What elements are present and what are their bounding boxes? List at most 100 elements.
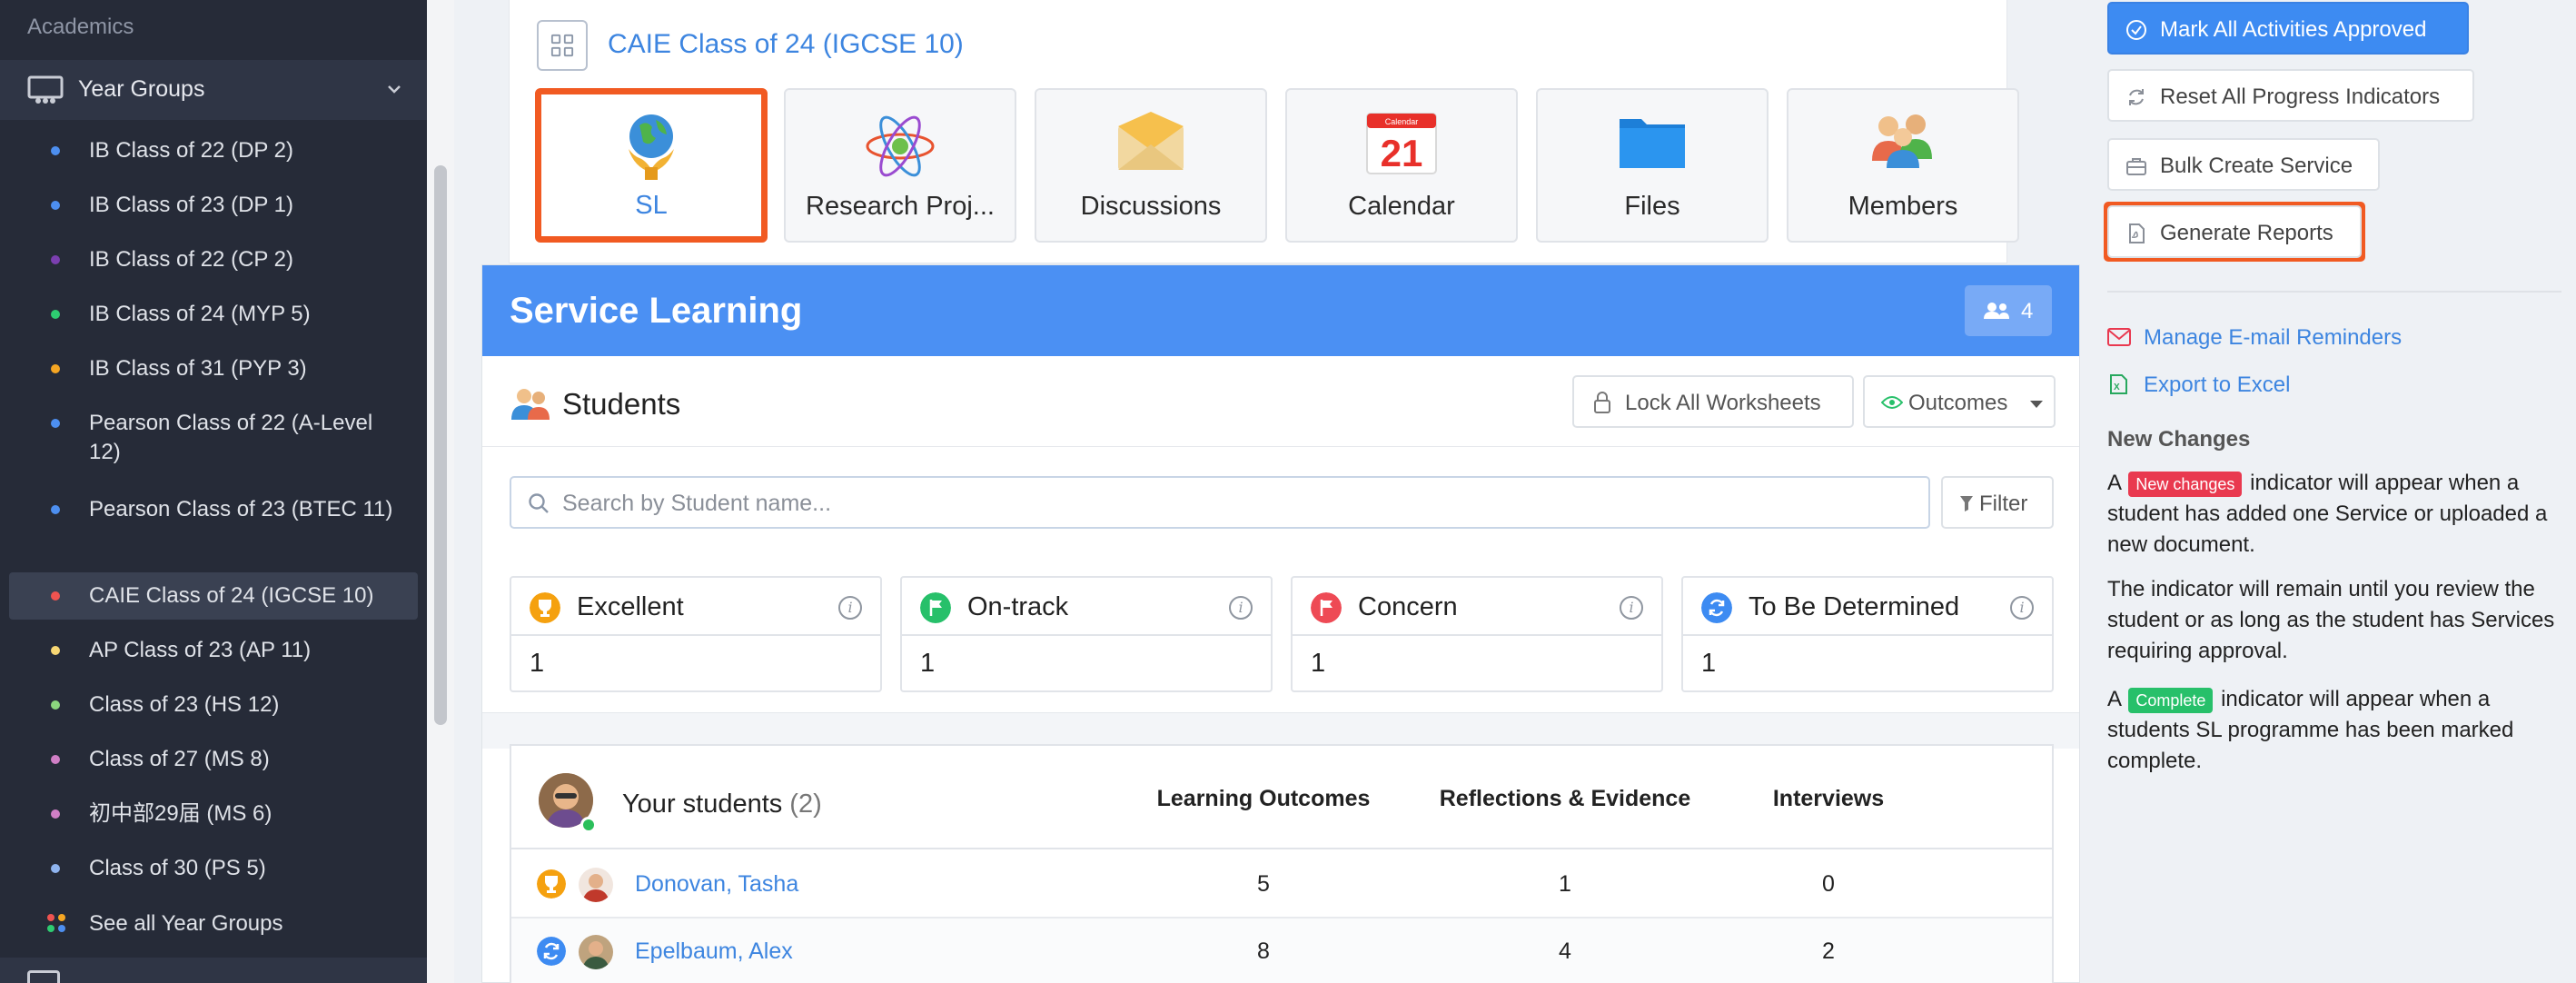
sidebar-item-year-group[interactable]: 初中部29届 (MS 6) (9, 799, 418, 829)
color-dot-icon (51, 364, 60, 373)
calendar-icon: Calendar 21 (1366, 113, 1437, 174)
sidebar-item-year-group[interactable]: CAIE Class of 24 (IGCSE 10) (9, 572, 418, 620)
calendar-day-text: 21 (1381, 132, 1423, 174)
email-reminders-label: Manage E-mail Reminders (2144, 325, 2403, 350)
globe-hands-icon (629, 114, 674, 180)
column-interviews[interactable]: Interviews (1729, 786, 1928, 812)
search-input[interactable] (562, 487, 1907, 520)
tile-research-project[interactable]: Research Proj... (784, 88, 1016, 243)
bulk-create-service-button[interactable]: Bulk Create Service (2107, 138, 2380, 191)
sidebar-item-year-group[interactable]: Pearson Class of 23 (BTEC 11) (9, 495, 418, 561)
color-dot-icon (51, 755, 60, 764)
column-learning-outcomes[interactable]: Learning Outcomes (1127, 786, 1400, 812)
column-reflections-evidence[interactable]: Reflections & Evidence (1420, 786, 1710, 812)
sidebar-item-label: IB Class of 22 (DP 2) (89, 138, 293, 163)
reset-progress-button[interactable]: Reset All Progress Indicators (2107, 69, 2474, 122)
people-icon (1872, 114, 1932, 168)
tile-sl[interactable]: SL (535, 88, 768, 243)
sidebar-item-label: Class of 27 (MS 8) (89, 747, 270, 771)
info-icon[interactable]: i (1620, 596, 1643, 620)
sidebar-scrollbar[interactable] (427, 0, 454, 983)
apps-grid-icon[interactable] (537, 20, 588, 71)
sidebar-group-year-groups[interactable]: Year Groups (0, 60, 427, 120)
chevron-down-icon[interactable] (385, 80, 403, 98)
trophy-icon (530, 592, 560, 623)
tile-files[interactable]: Files (1536, 88, 1769, 243)
sidebar-next-group[interactable] (0, 958, 427, 983)
students-icon (511, 389, 550, 420)
status-card[interactable]: Concern i 1 (1291, 576, 1663, 692)
briefcase-icon (2126, 158, 2146, 175)
tile-discussions[interactable]: Discussions (1035, 88, 1267, 243)
caret-down-icon (2030, 401, 2043, 408)
tile-calendar[interactable]: Calendar 21 Calendar (1285, 88, 1518, 243)
status-count: 1 (1701, 649, 1717, 678)
sidebar-item-label: AP Class of 23 (AP 11) (89, 638, 312, 662)
student-search-box[interactable] (510, 476, 1930, 529)
sidebar-item-label: CAIE Class of 24 (IGCSE 10) (89, 583, 374, 608)
classroom-icon (27, 970, 60, 983)
student-name-link[interactable]: Epelbaum, Alex (635, 938, 793, 965)
search-icon (529, 493, 549, 513)
status-card[interactable]: To Be Determined i 1 (1681, 576, 2054, 692)
table-row[interactable]: Epelbaum, Alex 8 4 2 (511, 918, 2052, 983)
sidebar-item-label: IB Class of 31 (PYP 3) (89, 356, 307, 381)
status-count: 1 (920, 649, 936, 678)
sidebar-item-year-group[interactable]: IB Class of 22 (DP 2) (9, 136, 418, 165)
users-icon (1984, 303, 2009, 319)
see-all-year-groups-link[interactable]: See all Year Groups (9, 909, 418, 939)
students-title: Students (562, 387, 681, 421)
info-icon[interactable]: i (838, 596, 862, 620)
filter-label: Filter (1979, 492, 2028, 516)
sidebar: Academics Year Groups IB Class of 22 (DP… (0, 0, 427, 983)
sidebar-item-year-group[interactable]: Pearson Class of 22 (A-Level 12) (9, 409, 418, 474)
course-title[interactable]: CAIE Class of 24 (IGCSE 10) (608, 29, 964, 60)
status-label: On-track (967, 592, 1069, 621)
color-dot-icon (51, 809, 60, 819)
sidebar-item-year-group[interactable]: IB Class of 23 (DP 1) (9, 191, 418, 220)
info-icon[interactable]: i (2010, 596, 2034, 620)
outcomes-dropdown[interactable]: Outcomes (1863, 375, 2056, 428)
status-card[interactable]: Excellent i 1 (510, 576, 882, 692)
status-label: Concern (1358, 592, 1458, 621)
status-card[interactable]: On-track i 1 (900, 576, 1273, 692)
status-label: Excellent (577, 592, 684, 621)
lock-icon (1594, 392, 1610, 413)
mark-all-approved-label: Mark All Activities Approved (2160, 17, 2427, 42)
member-count-badge[interactable]: 4 (1965, 285, 2052, 336)
status-card-header: Concern i (1293, 578, 1661, 636)
table-row[interactable]: Donovan, Tasha 5 1 0 (511, 851, 2052, 918)
mark-all-approved-button[interactable]: Mark All Activities Approved (2107, 2, 2469, 55)
avatar[interactable] (579, 868, 613, 902)
row-value: 1 (1559, 871, 1571, 897)
new-changes-paragraph: A New changes indicator will appear when… (2107, 471, 2548, 557)
calendar-month-text: Calendar (1385, 117, 1419, 126)
sidebar-item-year-group[interactable]: Class of 30 (PS 5) (9, 854, 418, 883)
envelope-icon (2107, 328, 2131, 346)
students-table-header: Your students (2) Learning Outcomes Refle… (511, 746, 2052, 849)
section-divider (482, 712, 2079, 749)
color-dot-icon (51, 419, 60, 428)
lock-label: Lock All Worksheets (1625, 391, 1821, 415)
tile-members[interactable]: Members (1787, 88, 2019, 243)
status-card-header: On-track i (902, 578, 1271, 636)
scrollbar-thumb[interactable] (434, 165, 447, 725)
avatar[interactable] (579, 935, 613, 969)
sidebar-item-year-group[interactable]: IB Class of 22 (CP 2) (9, 245, 418, 274)
sidebar-item-year-group[interactable]: Class of 23 (HS 12) (9, 690, 418, 720)
color-dot-icon (51, 591, 60, 601)
classroom-icon (27, 75, 64, 104)
generate-reports-button[interactable]: Generate Reports (2107, 205, 2362, 258)
row-value: 2 (1822, 938, 1835, 964)
status-card-header: To Be Determined i (1683, 578, 2052, 636)
eye-icon (1881, 396, 1903, 409)
export-excel-label: Export to Excel (2144, 372, 2291, 397)
sidebar-item-year-group[interactable]: AP Class of 23 (AP 11) (9, 636, 418, 665)
sidebar-item-year-group[interactable]: IB Class of 24 (MYP 5) (9, 300, 418, 329)
student-name-link[interactable]: Donovan, Tasha (635, 871, 798, 898)
sidebar-item-year-group[interactable]: IB Class of 31 (PYP 3) (9, 354, 418, 383)
lock-all-worksheets-button[interactable]: Lock All Worksheets (1572, 375, 1854, 428)
sidebar-item-year-group[interactable]: Class of 27 (MS 8) (9, 745, 418, 774)
info-icon[interactable]: i (1229, 596, 1253, 620)
filter-button[interactable]: Filter (1941, 476, 2054, 529)
